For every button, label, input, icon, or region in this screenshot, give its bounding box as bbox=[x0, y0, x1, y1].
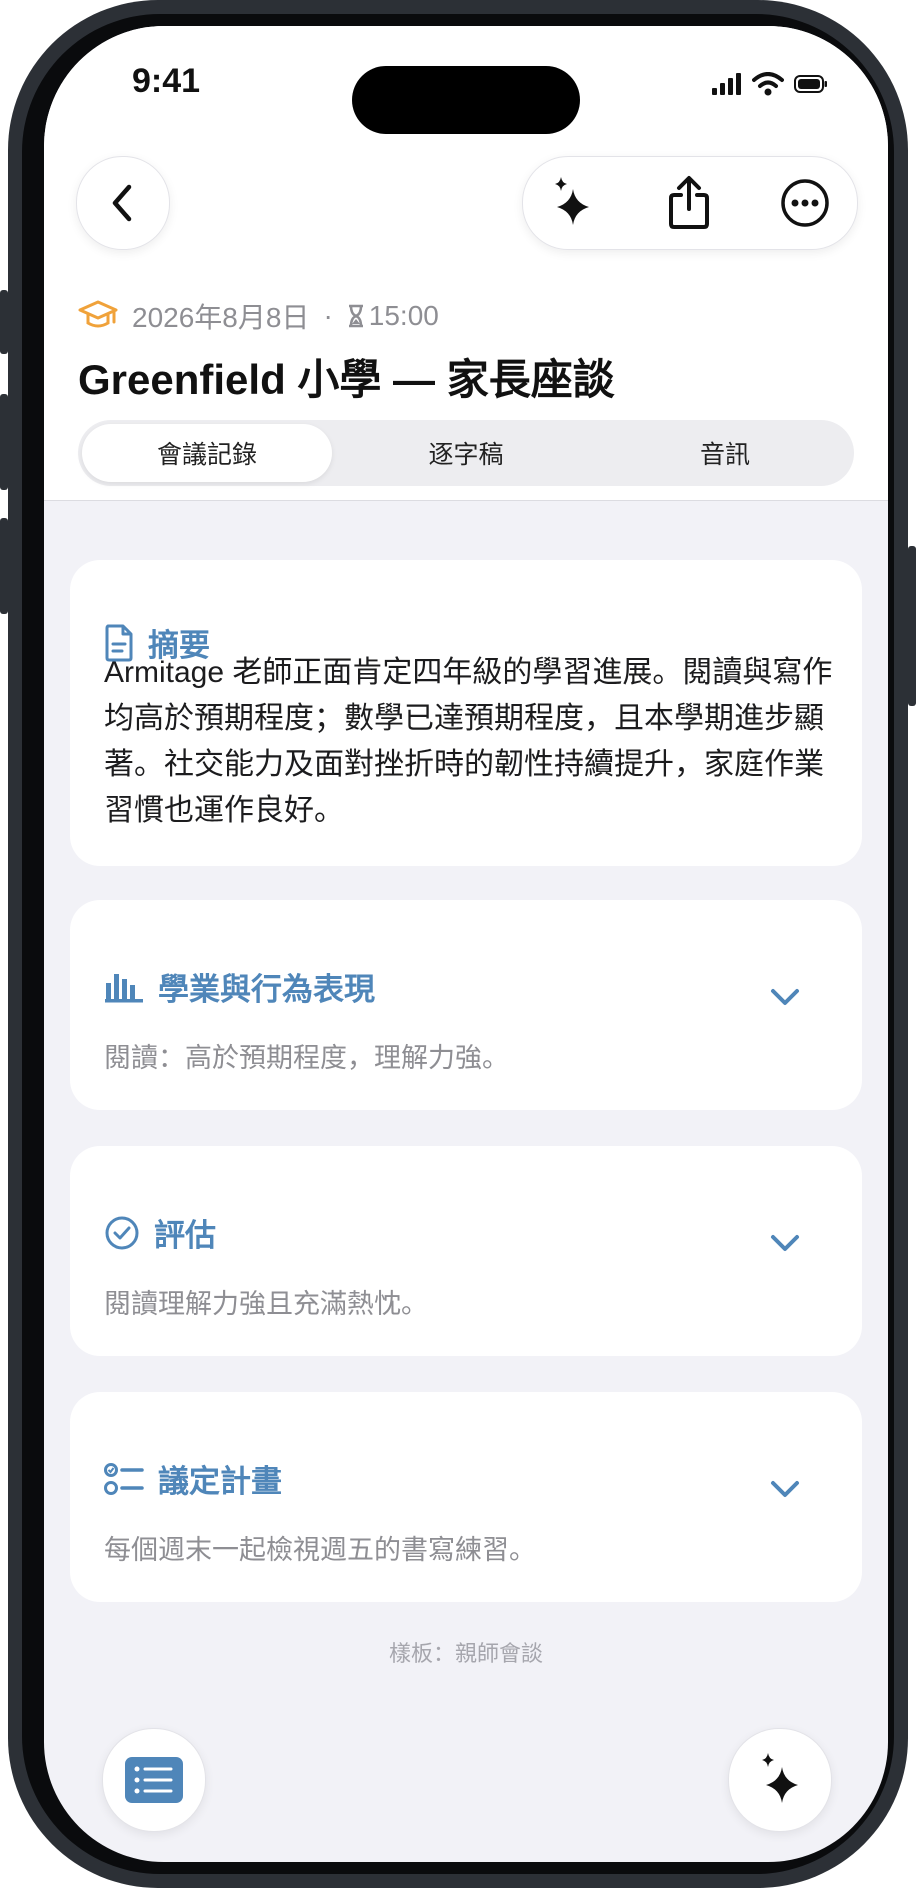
signal-icon bbox=[712, 73, 741, 95]
share-button[interactable] bbox=[659, 173, 719, 233]
checklist-icon bbox=[104, 1462, 144, 1495]
ai-sparkle-button[interactable] bbox=[543, 173, 603, 233]
chevron-down-icon[interactable] bbox=[770, 988, 800, 1006]
meta-separator: · bbox=[323, 300, 333, 331]
more-button[interactable] bbox=[775, 173, 835, 233]
section-title: 議定計畫 bbox=[158, 1464, 282, 1499]
power-button bbox=[908, 546, 916, 706]
status-icons bbox=[712, 72, 828, 96]
ai-assistant-button[interactable] bbox=[728, 1728, 832, 1832]
section-title: 學業與行為表現 bbox=[158, 972, 375, 1007]
tab-transcript[interactable]: 逐字稿 bbox=[341, 424, 591, 482]
share-icon bbox=[669, 176, 709, 229]
meeting-date: 2026年8月8日 bbox=[132, 302, 310, 333]
checkmark-circle-icon bbox=[105, 1216, 139, 1249]
phone-frame: 9:41 2026年8月8日 · 15:00 Greenfield 小學 — 家… bbox=[0, 0, 916, 1888]
sparkle-icon bbox=[555, 177, 589, 225]
template-note: 樣板：親師會談 bbox=[388, 1641, 543, 1666]
tab-notes[interactable]: 會議記錄 bbox=[82, 424, 332, 482]
section-header: 議定計畫 bbox=[104, 1456, 282, 1501]
chevron-down-icon[interactable] bbox=[770, 1234, 800, 1252]
section-title: 評估 bbox=[154, 1218, 216, 1253]
section-preview: 閱讀：高於預期程度，理解力強。 bbox=[104, 1043, 509, 1073]
header-area: 9:41 2026年8月8日 · 15:00 Greenfield 小學 — 家… bbox=[44, 26, 888, 501]
meeting-time: 15:00 bbox=[368, 300, 439, 331]
wifi-icon bbox=[752, 72, 784, 96]
header-actions bbox=[522, 156, 858, 250]
volume-up-button bbox=[0, 394, 8, 490]
dynamic-island bbox=[352, 66, 580, 134]
section-header: 評估 bbox=[104, 1210, 216, 1255]
silent-switch bbox=[0, 290, 8, 354]
hourglass-icon bbox=[348, 304, 363, 328]
list-icon bbox=[125, 1757, 183, 1803]
screen: 9:41 2026年8月8日 · 15:00 Greenfield 小學 — 家… bbox=[44, 26, 888, 1862]
section-card-plan[interactable]: 議定計畫 每個週末一起檢視週五的書寫練習。 bbox=[70, 1392, 862, 1602]
volume-down-button bbox=[0, 518, 8, 614]
section-header: 學業與行為表現 bbox=[104, 964, 375, 1009]
battery-icon bbox=[794, 75, 827, 93]
sparkle-icon bbox=[762, 1753, 798, 1803]
chevron-left-icon bbox=[112, 184, 132, 222]
status-time: 9:41 bbox=[132, 62, 201, 100]
section-card-assessment[interactable]: 評估 閱讀理解力強且充滿熱忱。 bbox=[70, 1146, 862, 1356]
graduation-cap-icon bbox=[78, 300, 118, 328]
summary-card: 摘要 Armitage 老師正面肯定四年級的學習進展。閱讀與寫作均高於預期程度；… bbox=[70, 560, 862, 866]
more-icon bbox=[781, 179, 829, 227]
section-preview: 閱讀理解力強且充滿熱忱。 bbox=[104, 1289, 428, 1319]
meeting-meta: 2026年8月8日 · 15:00 bbox=[78, 296, 439, 336]
section-preview: 每個週末一起檢視週五的書寫練習。 bbox=[104, 1535, 536, 1565]
outline-button[interactable] bbox=[102, 1728, 206, 1832]
bar-chart-icon bbox=[105, 973, 143, 1002]
back-button[interactable] bbox=[76, 156, 170, 250]
segmented-control: 會議記錄 逐字稿 音訊 bbox=[78, 420, 854, 486]
section-card-performance[interactable]: 學業與行為表現 閱讀：高於預期程度，理解力強。 bbox=[70, 900, 862, 1110]
chevron-down-icon[interactable] bbox=[770, 1480, 800, 1498]
summary-text: Armitage 老師正面肯定四年級的學習進展。閱讀與寫作均高於預期程度；數學已… bbox=[104, 656, 833, 827]
page-title: Greenfield 小學 — 家長座談 bbox=[78, 356, 615, 403]
tab-audio[interactable]: 音訊 bbox=[600, 424, 850, 482]
